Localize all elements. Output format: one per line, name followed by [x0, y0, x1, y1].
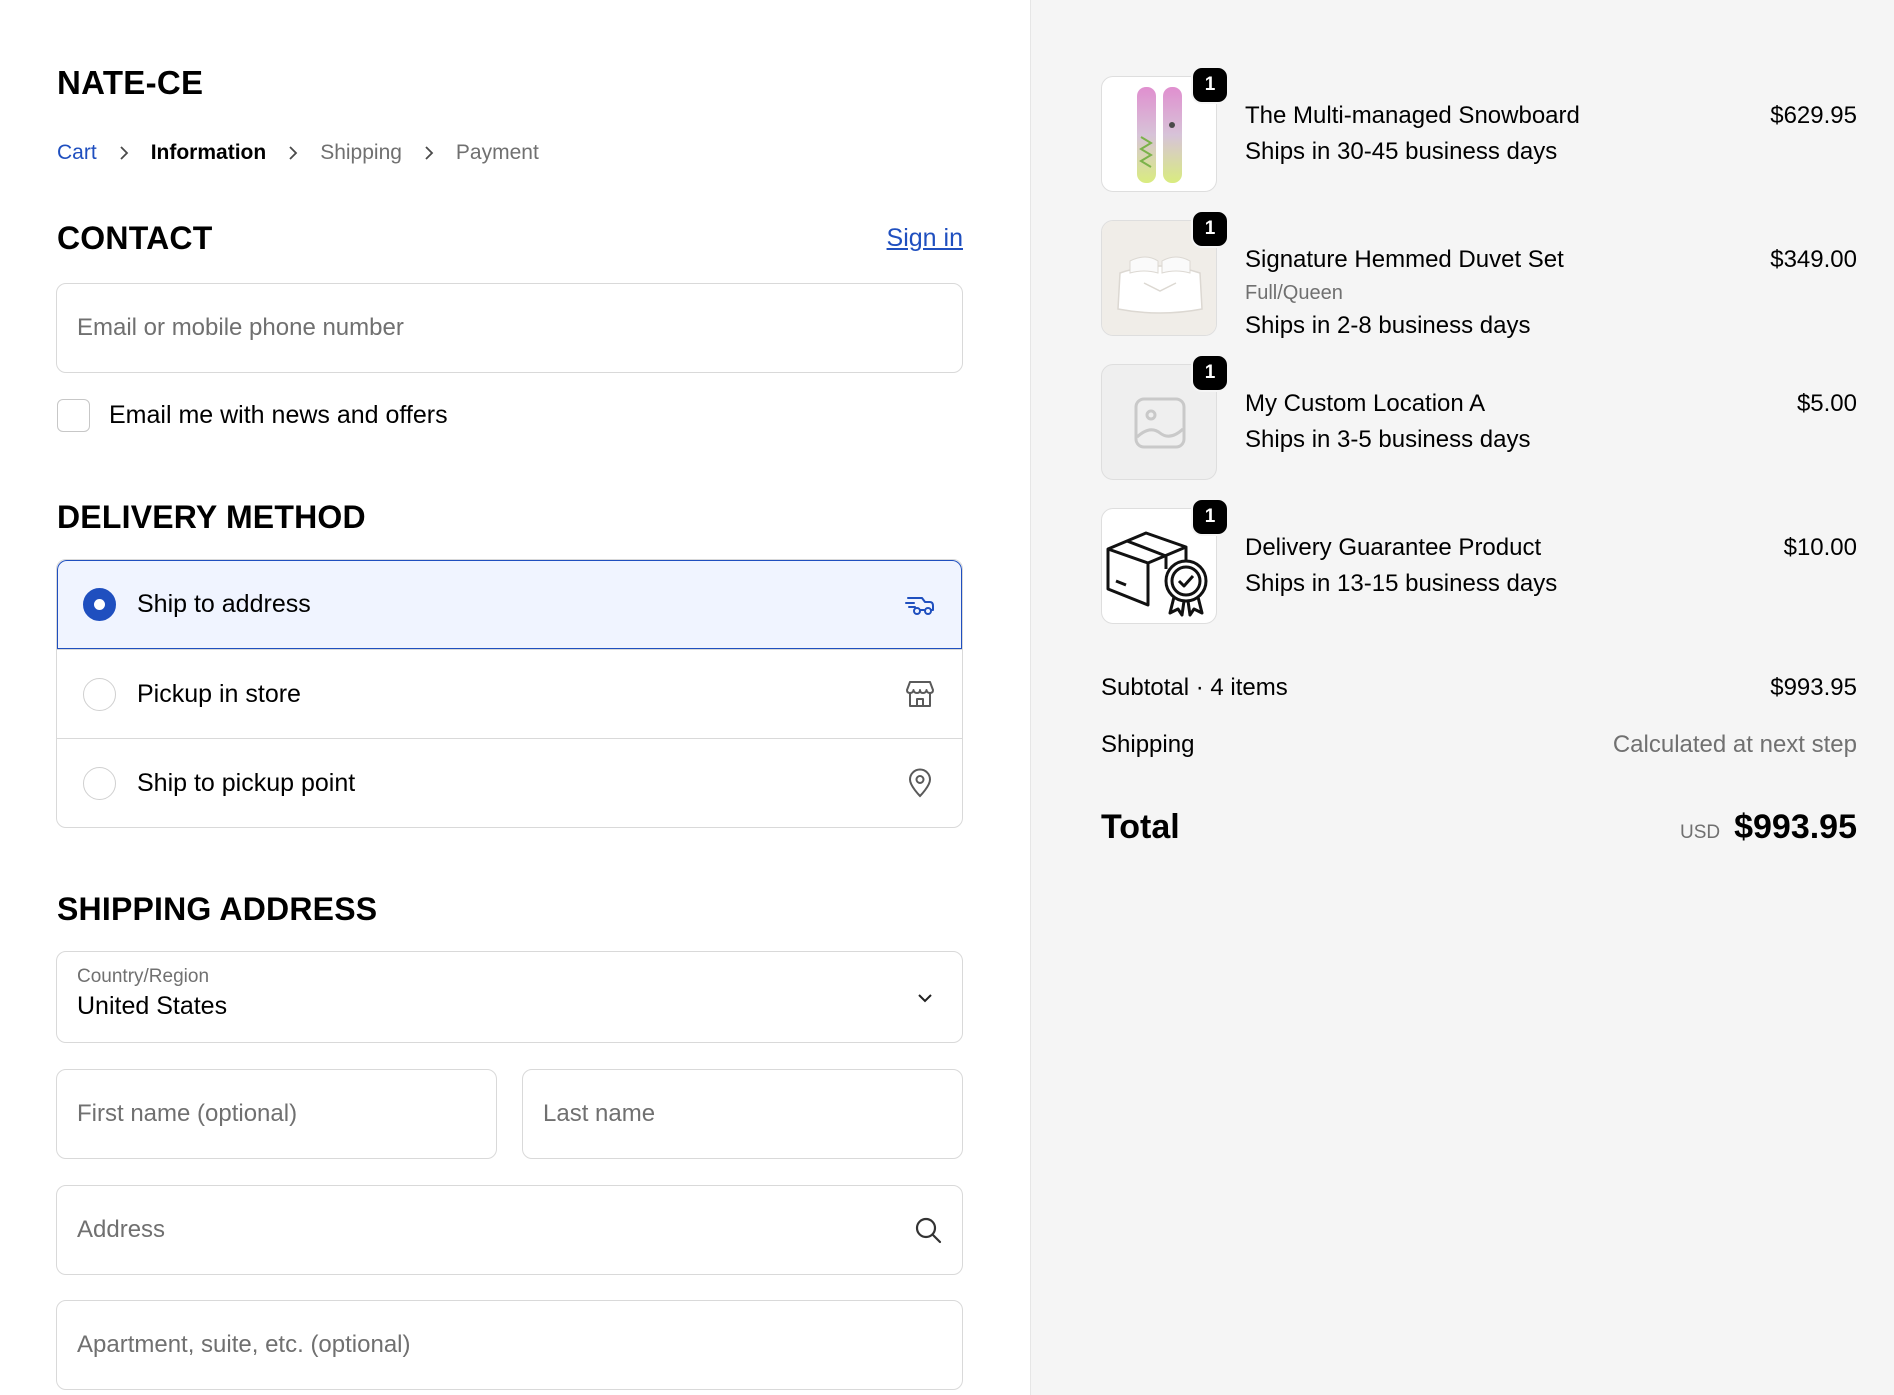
quantity-badge: 1	[1191, 66, 1229, 104]
delivery-option-pickup-in-store[interactable]: Pickup in store	[57, 649, 962, 738]
line-item-variant: Full/Queen	[1245, 282, 1343, 304]
delivery-option-label: Ship to pickup point	[137, 768, 356, 797]
checkout-page: NATE-CE Cart Information Shipping Paymen…	[0, 0, 1894, 1395]
truck-icon	[904, 589, 936, 621]
total-label: Total	[1101, 808, 1180, 846]
currency-code: USD	[1679, 822, 1721, 843]
line-item-shipping-time: Ships in 30-45 business days	[1245, 138, 1558, 165]
line-item-name: Delivery Guarantee Product	[1245, 534, 1542, 561]
line-item-name: The Multi-managed Snowboard	[1245, 102, 1580, 129]
delivery-option-ship-to-pickup-point[interactable]: Ship to pickup point	[57, 738, 962, 827]
radio-selected[interactable]	[83, 588, 116, 621]
first-name-field[interactable]	[56, 1069, 497, 1159]
delivery-option-label: Ship to address	[137, 590, 311, 618]
line-item-price: $349.00	[1770, 246, 1857, 273]
last-name-field[interactable]	[522, 1069, 963, 1159]
delivery-method-group: Ship to address Pickup in store Ship to …	[56, 559, 963, 828]
line-item-info: Signature Hemmed Duvet Set Full/Queen Sh…	[1245, 242, 1564, 344]
shipping-value: Calculated at next step	[1612, 731, 1857, 758]
total-amount: $993.95	[1734, 808, 1857, 846]
line-item-info: The Multi-managed Snowboard Ships in 30-…	[1245, 98, 1580, 170]
line-item-shipping-time: Ships in 2-8 business days	[1245, 312, 1531, 339]
location-pin-icon	[904, 767, 936, 799]
subtotal-label: Subtotal · 4 items	[1101, 674, 1288, 701]
country-label: Country/Region	[77, 966, 210, 987]
store-name[interactable]: NATE-CE	[57, 64, 203, 102]
line-item-info: My Custom Location A Ships in 3-5 busine…	[1245, 386, 1531, 458]
quantity-badge: 1	[1191, 498, 1229, 536]
chevron-right-icon	[117, 146, 131, 160]
newsletter-label[interactable]: Email me with news and offers	[109, 401, 448, 430]
store-icon	[904, 678, 936, 710]
chevron-down-icon	[915, 988, 935, 1008]
apartment-field[interactable]	[56, 1300, 963, 1390]
shipping-label: Shipping	[1101, 731, 1195, 758]
line-item-name: My Custom Location A	[1245, 390, 1486, 417]
delivery-method-heading: DELIVERY METHOD	[57, 499, 366, 535]
delivery-option-label: Pickup in store	[137, 679, 301, 708]
total-row: Total USD $993.95	[1101, 808, 1857, 847]
radio-unselected[interactable]	[83, 766, 116, 800]
newsletter-option[interactable]: Email me with news and offers	[57, 399, 448, 432]
breadcrumb-shipping: Shipping	[320, 141, 402, 164]
country-select[interactable]: Country/Region United States	[56, 951, 963, 1043]
line-item-name: Signature Hemmed Duvet Set	[1245, 246, 1564, 273]
breadcrumb: Cart Information Shipping Payment	[57, 140, 539, 166]
address-input[interactable]	[77, 1216, 914, 1244]
checkout-form-column: NATE-CE Cart Information Shipping Paymen…	[0, 0, 1030, 1395]
chevron-right-icon	[286, 146, 300, 160]
address-field[interactable]	[56, 1185, 963, 1275]
line-item: 1 My Custom Location A Ships in 3-5 busi…	[1101, 354, 1857, 482]
delivery-option-ship-to-address[interactable]: Ship to address	[57, 560, 962, 649]
line-item-shipping-time: Ships in 3-5 business days	[1245, 426, 1531, 453]
subtotal-row: Subtotal · 4 items $993.95	[1101, 674, 1857, 702]
radio-unselected[interactable]	[83, 677, 116, 711]
breadcrumb-payment: Payment	[455, 141, 539, 164]
quantity-badge: 1	[1191, 354, 1229, 392]
total-amount-group: USD $993.95	[1680, 808, 1857, 847]
line-item: 1 Delivery Guarantee Product Ships in 13…	[1101, 498, 1857, 626]
email-field[interactable]	[56, 283, 963, 373]
line-item: 1 Signature Hemmed Duvet Set Full/Queen …	[1101, 210, 1857, 339]
line-item-price: $629.95	[1770, 102, 1857, 129]
country-value[interactable]: United States	[77, 992, 942, 1021]
breadcrumb-cart[interactable]: Cart	[57, 141, 97, 165]
first-name-input[interactable]	[77, 1100, 476, 1128]
sign-in-link[interactable]: Sign in	[887, 224, 963, 253]
search-icon[interactable]	[914, 1216, 942, 1244]
apartment-input[interactable]	[77, 1331, 942, 1359]
shipping-address-heading: SHIPPING ADDRESS	[57, 891, 378, 927]
subtotal-value: $993.95	[1770, 674, 1857, 701]
breadcrumb-information: Information	[150, 141, 267, 164]
line-item: 1 The Multi-managed Snowboard Ships in 3…	[1101, 66, 1857, 194]
email-input[interactable]	[77, 314, 942, 342]
line-item-info: Delivery Guarantee Product Ships in 13-1…	[1245, 530, 1557, 602]
newsletter-checkbox[interactable]	[57, 399, 90, 432]
chevron-right-icon	[422, 146, 436, 160]
line-item-shipping-time: Ships in 13-15 business days	[1245, 570, 1558, 597]
shipping-row: Shipping Calculated at next step	[1101, 731, 1857, 759]
contact-heading: CONTACT	[57, 220, 213, 256]
last-name-input[interactable]	[543, 1100, 942, 1128]
line-item-price: $10.00	[1783, 534, 1857, 561]
quantity-badge: 1	[1191, 210, 1229, 248]
order-summary-panel: 1 The Multi-managed Snowboard Ships in 3…	[1030, 0, 1894, 1395]
line-item-price: $5.00	[1796, 390, 1857, 417]
